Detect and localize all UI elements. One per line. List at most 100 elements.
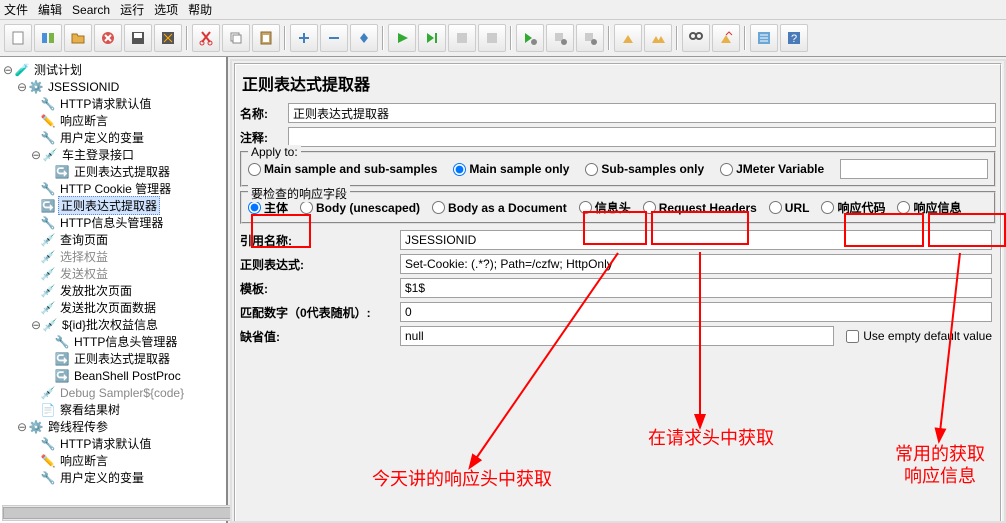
- use-empty-checkbox[interactable]: [846, 330, 859, 343]
- tree-toggle[interactable]: ⊖: [2, 63, 14, 77]
- field-body-unescaped-radio[interactable]: [300, 201, 313, 214]
- tree-node-disabled[interactable]: Debug Sampler${code}: [58, 386, 186, 400]
- tree-toggle[interactable]: ⊖: [16, 420, 28, 434]
- menubar: 文件 编辑 Search 运行 选项 帮助: [0, 0, 1006, 19]
- tree-node[interactable]: 发放批次页面: [58, 282, 134, 299]
- tree-toggle[interactable]: ⊖: [30, 318, 42, 332]
- field-headers-radio[interactable]: [579, 201, 592, 214]
- tree-scrollbar[interactable]: [2, 505, 228, 521]
- tree-node[interactable]: 车主登录接口: [60, 146, 136, 163]
- expand-button[interactable]: [290, 24, 318, 52]
- field-response-message-radio[interactable]: [897, 201, 910, 214]
- field-request-headers-label: Request Headers: [659, 201, 757, 215]
- tree-panel[interactable]: ⊖🧪测试计划 ⊖⚙️JSESSIONID 🔧HTTP请求默认值 ✏️响应断言 🔧…: [0, 57, 228, 523]
- pencil-icon: ✏️: [40, 113, 56, 129]
- tree-node[interactable]: HTTP请求默认值: [58, 435, 153, 452]
- tree-node[interactable]: JSESSIONID: [46, 80, 121, 94]
- tree-node[interactable]: 正则表达式提取器: [72, 163, 172, 180]
- shutdown-button[interactable]: [478, 24, 506, 52]
- pipette-icon: 💉: [40, 283, 56, 299]
- clear-all-button[interactable]: [644, 24, 672, 52]
- comment-label: 注释:: [240, 129, 288, 146]
- remote-shutdown-button[interactable]: [576, 24, 604, 52]
- apply-to-title: Apply to:: [248, 145, 301, 159]
- gear-icon: ⚙️: [28, 419, 44, 435]
- field-response-code-label: 响应代码: [837, 199, 885, 216]
- tree-toggle[interactable]: ⊖: [30, 148, 42, 162]
- content-panel: 正则表达式提取器 名称: 注释: Apply to: Main sample a…: [230, 59, 1006, 523]
- start-no-pause-button[interactable]: [418, 24, 446, 52]
- tree-node[interactable]: 发送批次页面数据: [58, 299, 158, 316]
- collapse-button[interactable]: [320, 24, 348, 52]
- toggle-button[interactable]: [350, 24, 378, 52]
- tree-node[interactable]: HTTP Cookie 管理器: [58, 180, 173, 197]
- reset-search-button[interactable]: [712, 24, 740, 52]
- tree-node[interactable]: 察看结果树: [58, 401, 122, 418]
- templates-button[interactable]: [34, 24, 62, 52]
- apply-main-sub-radio[interactable]: [248, 163, 261, 176]
- ref-name-input[interactable]: [400, 230, 992, 250]
- tree-node-disabled[interactable]: 发送权益: [58, 265, 110, 282]
- tree-node[interactable]: 跨线程传参: [46, 418, 110, 435]
- cut-button[interactable]: [192, 24, 220, 52]
- pipette-icon: 💉: [40, 266, 56, 282]
- stop-button[interactable]: [448, 24, 476, 52]
- tree-node[interactable]: 正则表达式提取器: [72, 350, 172, 367]
- tree-node[interactable]: HTTP信息头管理器: [72, 333, 179, 350]
- apply-jmeter-var-radio[interactable]: [720, 163, 733, 176]
- field-check-title: 要检查的响应字段: [248, 185, 350, 202]
- start-button[interactable]: [388, 24, 416, 52]
- tree-root[interactable]: 测试计划: [32, 61, 84, 78]
- tree-node-disabled[interactable]: 选择权益: [58, 248, 110, 265]
- menu-search[interactable]: Search: [72, 3, 110, 17]
- template-input[interactable]: [400, 278, 992, 298]
- field-request-headers-radio[interactable]: [643, 201, 656, 214]
- tree-toggle[interactable]: ⊖: [16, 80, 28, 94]
- menu-edit[interactable]: 编辑: [38, 1, 62, 18]
- regex-input[interactable]: [400, 254, 992, 274]
- tree-node[interactable]: 用户定义的变量: [58, 129, 146, 146]
- match-no-label: 匹配数字（0代表随机）:: [240, 300, 400, 324]
- tree-node[interactable]: HTTP请求默认值: [58, 95, 153, 112]
- field-body-doc-radio[interactable]: [432, 201, 445, 214]
- save-button[interactable]: [124, 24, 152, 52]
- paste-button[interactable]: [252, 24, 280, 52]
- tree-node-selected[interactable]: 正则表达式提取器: [58, 196, 160, 215]
- wrench-icon: 🔧: [40, 215, 56, 231]
- copy-button[interactable]: [222, 24, 250, 52]
- menu-run[interactable]: 运行: [120, 1, 144, 18]
- panel-title: 正则表达式提取器: [242, 71, 994, 95]
- help-button[interactable]: ?: [780, 24, 808, 52]
- tree-node[interactable]: 用户定义的变量: [58, 469, 146, 486]
- field-response-code-radio[interactable]: [821, 201, 834, 214]
- remote-start-button[interactable]: [516, 24, 544, 52]
- close-button[interactable]: [94, 24, 122, 52]
- apply-jmeter-var-label: JMeter Variable: [736, 162, 824, 176]
- name-input[interactable]: [288, 103, 996, 123]
- apply-main-only-radio[interactable]: [453, 163, 466, 176]
- clear-button[interactable]: [614, 24, 642, 52]
- jmeter-variable-input[interactable]: [840, 159, 988, 179]
- tree-node[interactable]: ${id}批次权益信息: [60, 316, 160, 333]
- search-button[interactable]: [682, 24, 710, 52]
- comment-input[interactable]: [288, 127, 996, 147]
- menu-options[interactable]: 选项: [154, 1, 178, 18]
- menu-file[interactable]: 文件: [4, 1, 28, 18]
- function-helper-button[interactable]: [750, 24, 778, 52]
- tree-node[interactable]: 响应断言: [58, 112, 110, 129]
- tree-node[interactable]: HTTP信息头管理器: [58, 214, 165, 231]
- apply-main-sub-label: Main sample and sub-samples: [264, 162, 437, 176]
- remote-stop-button[interactable]: [546, 24, 574, 52]
- match-no-input[interactable]: [400, 302, 992, 322]
- field-url-radio[interactable]: [769, 201, 782, 214]
- open-button[interactable]: [64, 24, 92, 52]
- save-as-button[interactable]: [154, 24, 182, 52]
- tree-node[interactable]: 查询页面: [58, 231, 110, 248]
- tree-node[interactable]: 响应断言: [58, 452, 110, 469]
- menu-help[interactable]: 帮助: [188, 1, 212, 18]
- new-file-button[interactable]: [4, 24, 32, 52]
- field-body-radio[interactable]: [248, 201, 261, 214]
- default-input[interactable]: [400, 326, 834, 346]
- apply-sub-only-radio[interactable]: [585, 163, 598, 176]
- tree-node[interactable]: BeanShell PostProc: [72, 369, 183, 383]
